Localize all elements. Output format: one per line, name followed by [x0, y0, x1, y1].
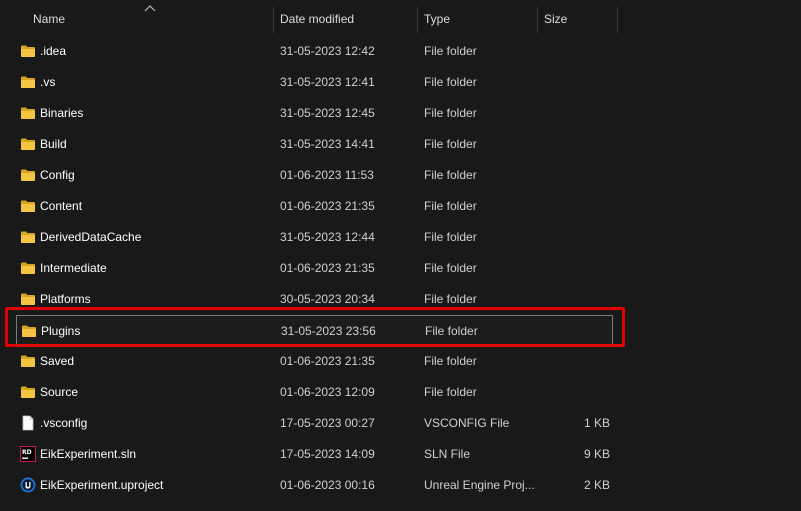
file-type: File folder — [424, 292, 477, 306]
file-size: 2 KB — [583, 478, 610, 492]
folder-icon — [20, 105, 36, 121]
file-size: 1 KB — [583, 416, 610, 430]
unreal-engine-icon — [20, 477, 36, 493]
rider-sln-icon: RD — [20, 446, 36, 462]
column-header-date-modified[interactable]: Date modified — [274, 0, 417, 38]
file-type: File folder — [424, 137, 477, 151]
file-name: Saved — [40, 354, 75, 368]
folder-icon — [20, 384, 36, 400]
folder-icon — [20, 74, 36, 90]
file-row[interactable]: Config 01-06-2023 11:53 File folder — [16, 160, 613, 191]
file-row[interactable]: Binaries 31-05-2023 12:45 File folder — [16, 98, 613, 129]
file-name: DerivedDataCache — [40, 230, 142, 244]
folder-icon — [20, 229, 36, 245]
file-size: 9 KB — [583, 447, 610, 461]
file-size — [538, 98, 610, 129]
folder-icon — [20, 291, 36, 307]
file-row[interactable]: .vsconfig 17-05-2023 00:27 VSCONFIG File 1 … — [16, 408, 613, 439]
folder-icon — [20, 260, 36, 276]
file-size — [538, 160, 610, 191]
file-row[interactable]: DerivedDataCache 31-05-2023 12:44 File fol… — [16, 222, 613, 253]
file-type: SLN File — [424, 447, 471, 461]
file-type: File folder — [424, 261, 477, 275]
file-size — [538, 222, 610, 253]
column-header-size[interactable]: Size — [538, 0, 617, 38]
file-type: File folder — [424, 354, 477, 368]
file-date-modified: 01-06-2023 21:35 — [280, 261, 375, 275]
file-row[interactable]: Saved 01-06-2023 21:35 File folder — [16, 346, 613, 377]
file-date-modified: 31-05-2023 23:56 — [281, 324, 376, 338]
file-name: Config — [40, 168, 75, 182]
file-date-modified: 01-06-2023 21:35 — [280, 199, 375, 213]
document-icon — [20, 415, 36, 431]
file-date-modified: 01-06-2023 21:35 — [280, 354, 375, 368]
file-type: File folder — [424, 199, 477, 213]
file-size — [538, 346, 610, 377]
file-date-modified: 01-06-2023 11:53 — [280, 168, 374, 182]
file-row[interactable]: Content 01-06-2023 21:35 File folder — [16, 191, 613, 222]
file-name: EikExperiment.uproject — [40, 478, 164, 492]
file-date-modified: 17-05-2023 00:27 — [280, 416, 375, 430]
folder-icon — [20, 167, 36, 183]
file-type: VSCONFIG File — [424, 416, 510, 430]
file-name: .vs — [40, 75, 56, 89]
file-name: Platforms — [40, 292, 91, 306]
file-explorer-details-view: Name Date modified Type Size .idea 31-05-… — [0, 0, 801, 511]
file-type: File folder — [425, 324, 478, 338]
file-row[interactable]: Intermediate 01-06-2023 21:35 File folder — [16, 253, 613, 284]
folder-icon — [21, 323, 37, 339]
file-name: .vsconfig — [40, 416, 88, 430]
file-date-modified: 31-05-2023 12:42 — [280, 44, 375, 58]
file-date-modified: 31-05-2023 12:45 — [280, 106, 375, 120]
file-type: Unreal Engine Proj... — [424, 478, 534, 492]
file-type: File folder — [424, 75, 477, 89]
file-size — [538, 67, 610, 98]
file-date-modified: 31-05-2023 14:41 — [280, 137, 375, 151]
file-type: File folder — [424, 230, 477, 244]
file-name: Binaries — [40, 106, 84, 120]
file-type: File folder — [424, 44, 477, 58]
column-header-row: Name Date modified Type Size — [0, 0, 801, 38]
file-date-modified: 31-05-2023 12:41 — [280, 75, 375, 89]
folder-icon — [20, 136, 36, 152]
file-name: Source — [40, 385, 79, 399]
file-date-modified: 01-06-2023 00:16 — [280, 478, 375, 492]
file-type: File folder — [424, 385, 477, 399]
svg-text:RD: RD — [22, 449, 32, 456]
file-size — [538, 284, 610, 315]
file-name: Content — [40, 199, 83, 213]
file-date-modified: 31-05-2023 12:44 — [280, 230, 375, 244]
column-header-name[interactable]: Name — [27, 0, 273, 38]
file-row[interactable]: Source 01-06-2023 12:09 File folder — [16, 377, 613, 408]
column-divider[interactable] — [617, 7, 618, 33]
folder-icon — [20, 43, 36, 59]
file-name: .idea — [40, 44, 67, 58]
file-name: Intermediate — [40, 261, 107, 275]
file-type: File folder — [424, 106, 477, 120]
file-size — [538, 191, 610, 222]
file-date-modified: 01-06-2023 12:09 — [280, 385, 375, 399]
file-row[interactable]: RD EikExperiment.sln 17-05-2023 14:09 SLN F… — [16, 439, 613, 470]
folder-icon — [20, 353, 36, 369]
file-date-modified: 30-05-2023 20:34 — [280, 292, 375, 306]
file-row[interactable]: .idea 31-05-2023 12:42 File folder — [16, 36, 613, 67]
file-size — [538, 129, 610, 160]
file-row[interactable]: EikExperiment.uproject 01-06-2023 00:16 Un… — [16, 470, 613, 501]
file-type: File folder — [424, 168, 477, 182]
file-size — [539, 316, 611, 347]
folder-icon — [20, 198, 36, 214]
file-size — [538, 36, 610, 67]
file-row-selected[interactable]: Plugins 31-05-2023 23:56 File folder — [16, 315, 613, 346]
file-date-modified: 17-05-2023 14:09 — [280, 447, 375, 461]
file-row[interactable]: Build 31-05-2023 14:41 File folder — [16, 129, 613, 160]
file-size — [538, 377, 610, 408]
file-row[interactable]: Platforms 30-05-2023 20:34 File folder — [16, 284, 613, 315]
file-row[interactable]: .vs 31-05-2023 12:41 File folder — [16, 67, 613, 98]
file-name: Build — [40, 137, 67, 151]
file-name: EikExperiment.sln — [40, 447, 137, 461]
file-name: Plugins — [41, 324, 81, 338]
column-header-type[interactable]: Type — [418, 0, 538, 38]
file-size — [538, 253, 610, 284]
